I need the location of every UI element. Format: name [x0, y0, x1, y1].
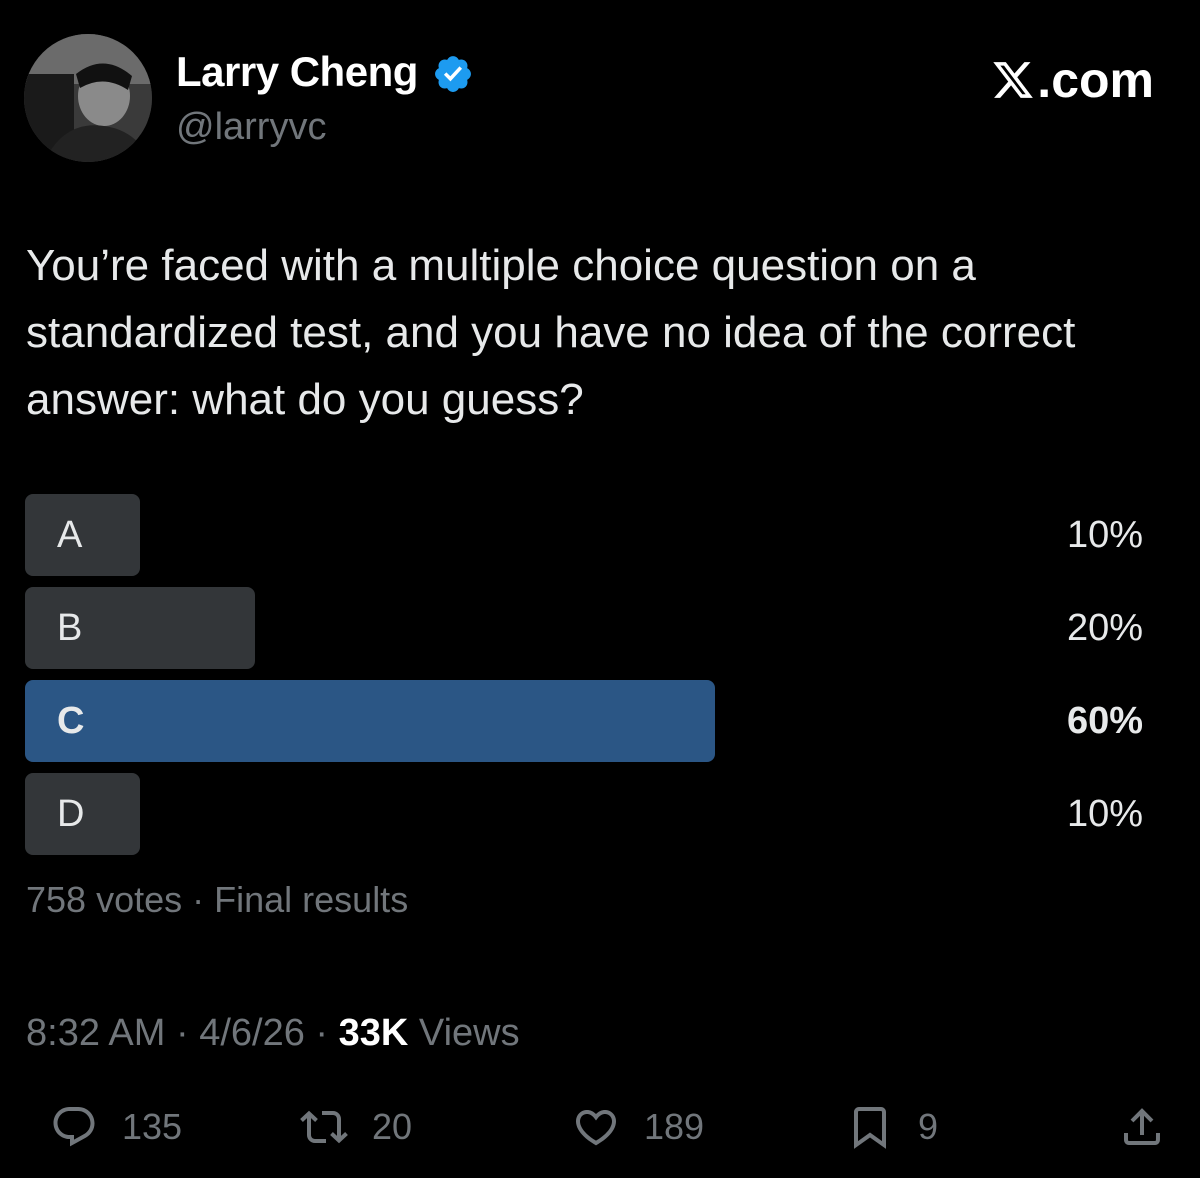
repost-icon: [300, 1110, 348, 1144]
poll-option-label: C: [57, 700, 85, 742]
x-logo-icon: [993, 62, 1034, 98]
poll-option: A 10%: [25, 494, 1145, 576]
repost-count: 20: [372, 1106, 413, 1147]
tweet-time[interactable]: 8:32 AM: [26, 1012, 165, 1054]
tweet-date[interactable]: 4/6/26: [199, 1012, 305, 1054]
poll-option-label: D: [57, 793, 85, 835]
author-avatar[interactable]: [24, 34, 152, 162]
like-count: 189: [644, 1106, 705, 1147]
poll-status: Final results: [214, 879, 409, 920]
bookmark-button[interactable]: 9: [846, 1100, 938, 1154]
poll-option-percent: 60%: [1066, 700, 1143, 742]
poll-option-percent: 20%: [1066, 607, 1143, 649]
brand-suffix: .com: [1037, 52, 1154, 108]
brand-logo: .com: [991, 50, 1154, 110]
poll-option-percent: 10%: [1066, 514, 1143, 556]
bookmark-icon: [854, 1107, 886, 1149]
poll-bar: [25, 494, 140, 576]
author-display-name[interactable]: Larry Cheng: [176, 46, 418, 98]
reply-count: 135: [122, 1106, 183, 1147]
tweet-text: You’re faced with a multiple choice ques…: [26, 241, 1076, 424]
heart-icon: [575, 1110, 617, 1146]
views-count: 33K: [338, 1012, 409, 1054]
poll-bar: [25, 680, 715, 762]
poll-option-label: A: [57, 514, 83, 556]
share-icon: [1124, 1108, 1160, 1145]
views-label: Views: [418, 1012, 520, 1054]
share-button[interactable]: [1118, 1100, 1166, 1154]
poll-option: D 10%: [25, 773, 1145, 855]
poll-meta: 758 votes · Final results: [26, 876, 408, 924]
poll-option: C 60%: [25, 680, 1145, 762]
bookmark-count: 9: [918, 1106, 939, 1147]
tweet-timestamp: 8:32 AM · 4/6/26 · 33K Views: [26, 1008, 520, 1058]
poll-votes: 758 votes: [26, 879, 183, 920]
repost-button[interactable]: 20: [300, 1100, 412, 1154]
poll-option: B 20%: [25, 587, 1145, 669]
separator: ·: [165, 1012, 200, 1054]
separator: ·: [304, 1012, 339, 1054]
poll-option-label: B: [57, 607, 83, 649]
author-handle[interactable]: @larryvc: [176, 104, 326, 150]
reply-icon: [53, 1107, 95, 1147]
reply-button[interactable]: 135: [50, 1100, 182, 1154]
separator: ·: [182, 879, 215, 920]
verified-badge-icon: [435, 56, 471, 92]
poll-option-percent: 10%: [1066, 793, 1143, 835]
like-button[interactable]: 189: [572, 1100, 704, 1154]
